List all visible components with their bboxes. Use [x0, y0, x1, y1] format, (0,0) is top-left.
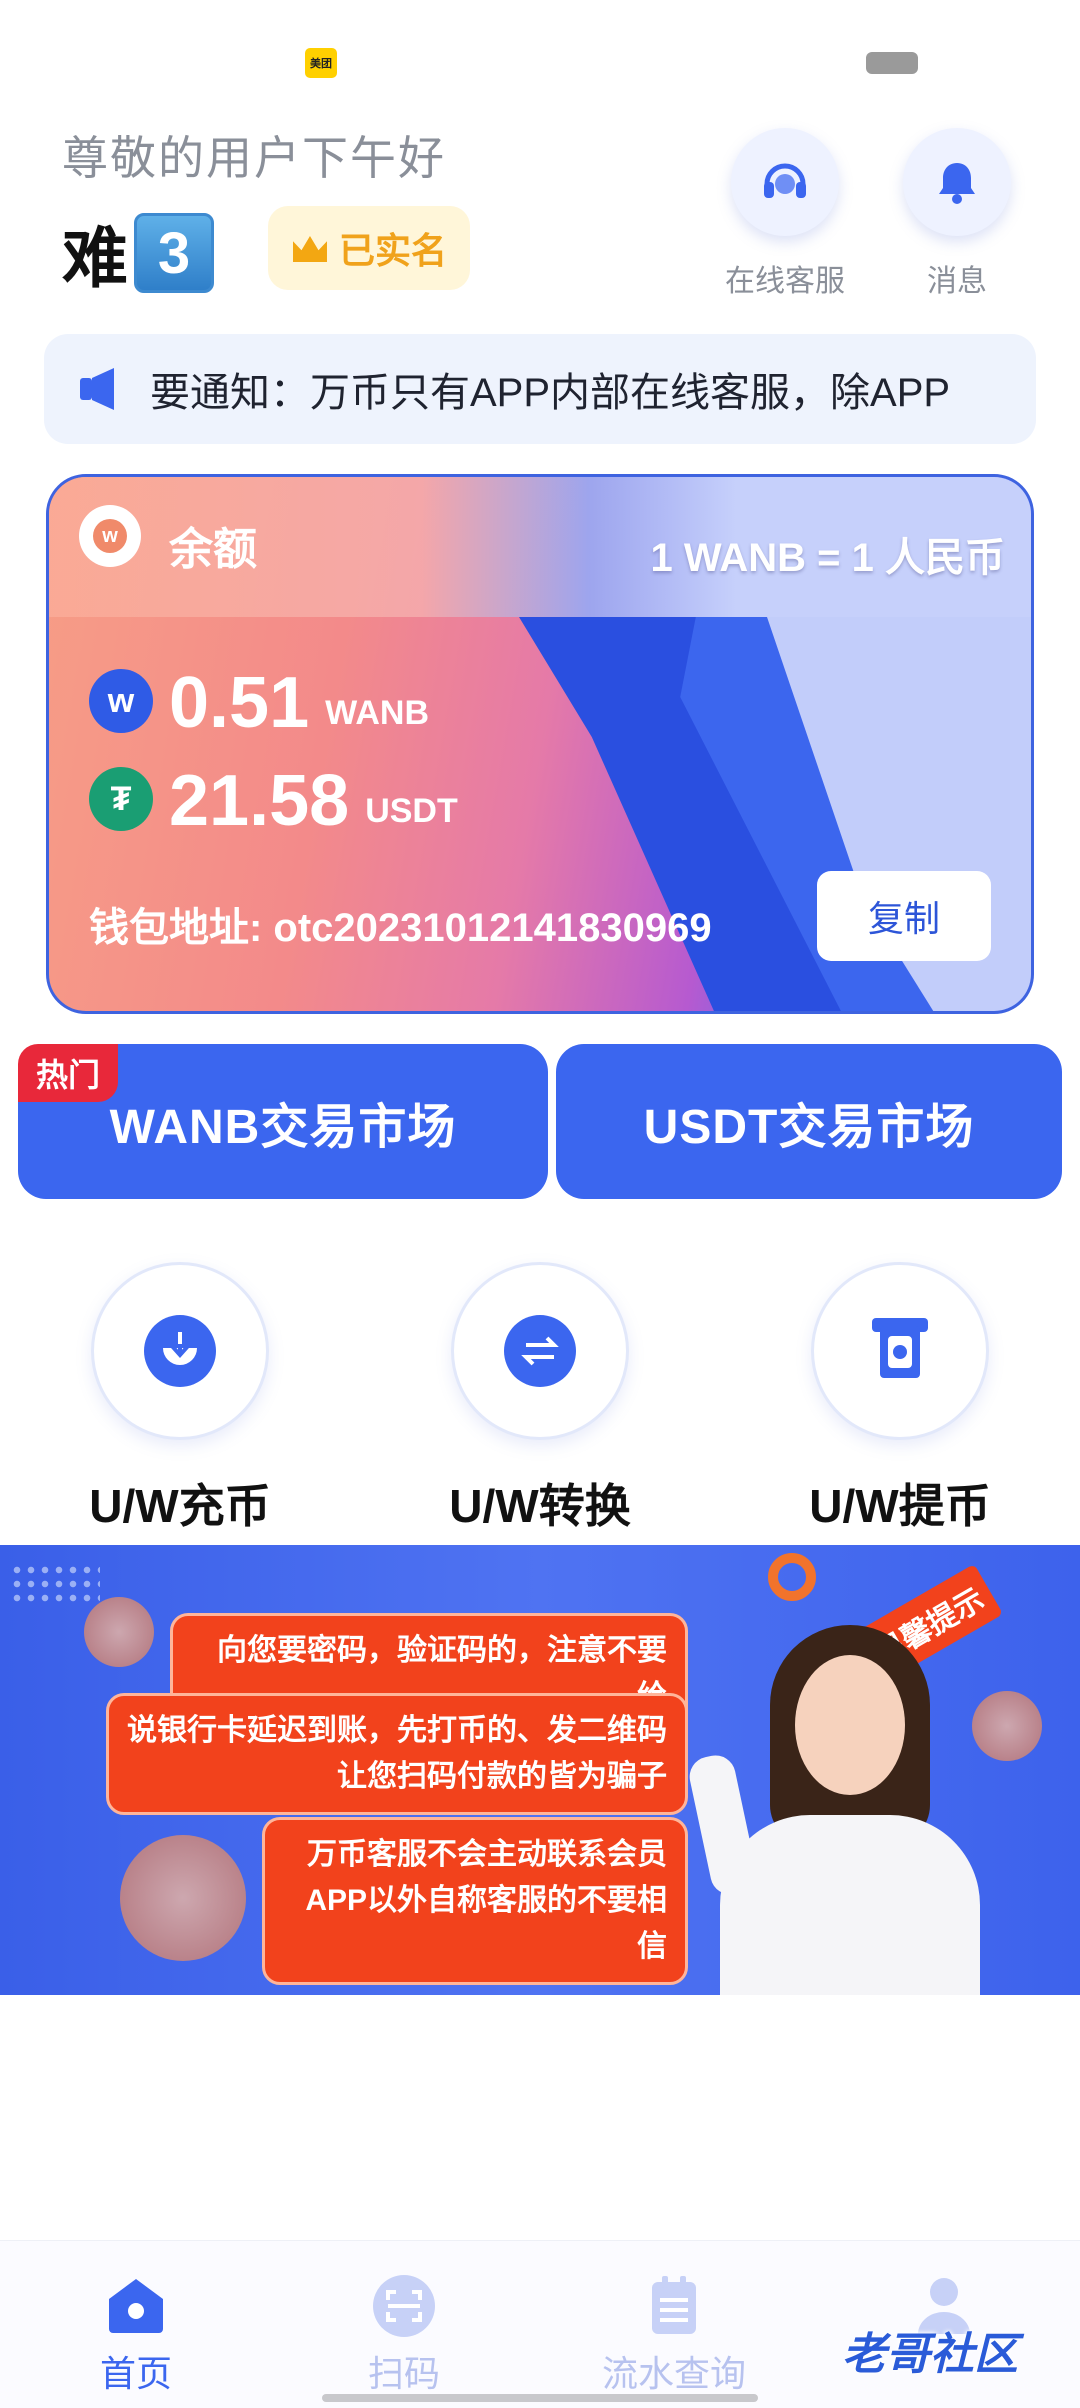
nav-scan-label: 扫码 — [367, 2353, 440, 2394]
nav-records[interactable]: 流水查询 — [584, 2275, 764, 2397]
notice-text: 要通知：万币只有APP内部在线客服，除APP — [150, 371, 951, 415]
messages-button[interactable]: 消息 — [892, 128, 1022, 300]
watermark-text: 老哥社区 — [842, 2330, 1018, 2379]
nav-records-label: 流水查询 — [601, 2353, 746, 2394]
exchange-rate: 1 WANB = 1 人民币 — [650, 536, 1005, 580]
online-service-button[interactable]: 在线客服 — [720, 128, 850, 300]
wanb-logo-icon: w — [79, 505, 141, 567]
verified-badge[interactable]: 已实名 — [268, 206, 470, 290]
records-icon — [643, 2275, 705, 2337]
greeting-text: 尊敬的用户下午好 — [62, 132, 446, 184]
usdt-unit: USDT — [365, 792, 458, 830]
withdraw-label: U/W提币 — [809, 1480, 991, 1532]
ring-decoration — [768, 1553, 816, 1601]
keycap-number-badge: 3 — [134, 213, 214, 293]
home-icon — [105, 2275, 167, 2337]
usdt-balance-row: ₮ 21.58 USDT — [89, 761, 458, 841]
safety-tips-banner[interactable]: 温馨提示 向您要密码，验证码的，注意不要给 说银行卡延迟到账，先打币的、发二维码… — [0, 1545, 1080, 1995]
crown-icon — [291, 230, 329, 266]
deposit-icon — [144, 1315, 216, 1387]
hot-tag: 热门 — [18, 1044, 118, 1102]
username: 难 3 — [62, 205, 214, 301]
deposit-label: U/W充币 — [89, 1480, 271, 1532]
usdt-market-button[interactable]: USDT交易市场 — [556, 1044, 1062, 1199]
headset-icon — [731, 128, 839, 236]
tip-bubble-3: 万币客服不会主动联系会员 APP以外自称客服的不要相信 — [262, 1817, 688, 1985]
exchange-button[interactable]: U/W转换 — [410, 1262, 670, 1536]
yuan-coin-icon — [120, 1835, 246, 1961]
balance-card: w 余额 1 WANB = 1 人民币 w 0.51 WANB ₮ 21.58 … — [46, 474, 1034, 1014]
wallet-address: 钱包地址: otc20231012141830969 — [89, 906, 712, 950]
nav-scan[interactable]: 扫码 — [314, 2275, 494, 2397]
scan-icon — [373, 2275, 435, 2337]
exchange-label: U/W转换 — [449, 1480, 631, 1532]
home-indicator[interactable] — [322, 2394, 758, 2402]
wanb-unit: WANB — [325, 694, 430, 732]
dots-decoration — [10, 1563, 100, 1603]
verified-label: 已实名 — [338, 230, 447, 271]
wanb-coin-icon: w — [89, 669, 153, 733]
online-service-label: 在线客服 — [725, 265, 845, 298]
nav-home[interactable]: 首页 — [46, 2275, 226, 2397]
customer-service-woman-image — [685, 1625, 1000, 1995]
exchange-icon — [504, 1315, 576, 1387]
username-text: 难 — [62, 221, 128, 295]
copy-button[interactable]: 复制 — [817, 871, 991, 961]
nav-home-label: 首页 — [99, 2353, 172, 2394]
deposit-button[interactable]: U/W充币 — [50, 1262, 310, 1536]
tether-coin-icon: ₮ — [89, 767, 153, 831]
battery-icon — [866, 52, 918, 74]
withdraw-button[interactable]: U/W提币 — [770, 1262, 1030, 1536]
bell-icon — [903, 128, 1011, 236]
balance-title: 余额 — [169, 525, 257, 574]
wanb-balance-value: 0.51 — [169, 663, 310, 743]
status-bar: 美团 — [0, 0, 1080, 100]
withdraw-icon — [868, 1314, 932, 1389]
speaker-icon — [78, 366, 124, 412]
usdt-balance-value: 21.58 — [169, 761, 350, 841]
tip-bubble-2: 说银行卡延迟到账，先打币的、发二维码 让您扫码付款的皆为骗子 — [106, 1693, 688, 1815]
meituan-app-icon: 美团 — [305, 48, 337, 78]
messages-label: 消息 — [927, 265, 987, 298]
wanb-balance-row: w 0.51 WANB — [89, 663, 429, 743]
notice-banner[interactable]: 要通知：万币只有APP内部在线客服，除APP — [44, 334, 1036, 444]
yuan-coin-icon — [84, 1597, 154, 1667]
